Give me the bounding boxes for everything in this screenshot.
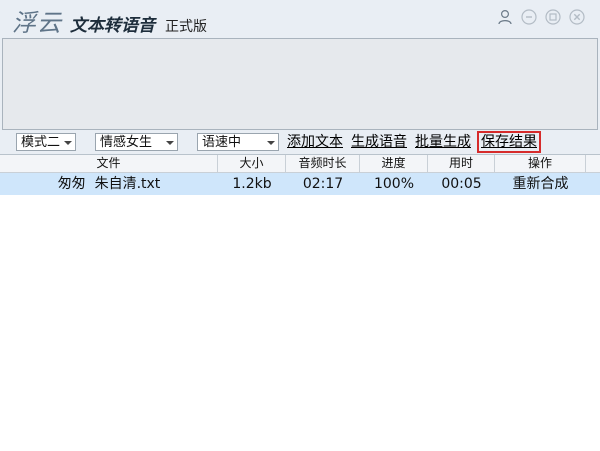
window-controls <box>496 8 586 26</box>
generate-speech-link[interactable]: 生成语音 <box>351 133 407 151</box>
cell-size: 1.2kb <box>232 176 272 192</box>
table-header: 文件 大小 音频时长 进度 用时 操作 <box>0 155 600 173</box>
chevron-down-icon <box>267 141 275 145</box>
voice-select[interactable]: 情感女生 <box>95 133 178 151</box>
maximize-icon[interactable] <box>544 8 562 26</box>
title-bar: 浮云 文本转语音 正式版 <box>0 0 600 38</box>
speed-select-value: 语速中 <box>202 135 242 150</box>
cell-duration: 02:17 <box>302 176 344 192</box>
voice-select-value: 情感女生 <box>100 135 153 150</box>
cell-elapsed: 00:05 <box>441 176 482 192</box>
header-file[interactable]: 文件 <box>0 155 218 172</box>
file-table: 文件 大小 音频时长 进度 用时 操作 匆匆 朱自清.txt 1.2kb 02:… <box>0 154 600 451</box>
cell-action-resynthesize[interactable]: 重新合成 <box>495 173 586 195</box>
toolbar: 模式二 情感女生 语速中 添加文本 生成语音 批量生成 保存结果 <box>0 130 600 154</box>
table-row[interactable]: 匆匆 朱自清.txt 1.2kb 02:17 100% 00:05 重新合成 <box>0 173 600 195</box>
header-action[interactable]: 操作 <box>495 155 586 172</box>
title-group: 浮云 文本转语音 正式版 <box>12 3 207 38</box>
add-text-link[interactable]: 添加文本 <box>287 133 343 151</box>
header-elapsed[interactable]: 用时 <box>428 155 495 172</box>
app-logo: 浮云 <box>12 9 62 37</box>
chevron-down-icon <box>166 141 174 145</box>
save-result-link[interactable]: 保存结果 <box>477 131 541 153</box>
chevron-down-icon <box>64 141 72 145</box>
app-window: 浮云 文本转语音 正式版 模式二 情感女生 语速中 添加文本 生成语音 批量生成… <box>0 0 600 451</box>
app-title: 文本转语音 <box>70 16 155 36</box>
edition-label: 正式版 <box>165 19 207 35</box>
mode-select[interactable]: 模式二 <box>16 133 76 151</box>
header-progress[interactable]: 进度 <box>360 155 428 172</box>
text-input-area[interactable] <box>2 38 598 130</box>
header-size[interactable]: 大小 <box>218 155 286 172</box>
user-icon[interactable] <box>496 8 514 26</box>
minimize-icon[interactable] <box>520 8 538 26</box>
header-duration[interactable]: 音频时长 <box>286 155 360 172</box>
header-scroll-gap <box>586 155 600 172</box>
speed-select[interactable]: 语速中 <box>197 133 279 151</box>
batch-generate-link[interactable]: 批量生成 <box>415 133 471 151</box>
close-icon[interactable] <box>568 8 586 26</box>
mode-select-value: 模式二 <box>21 135 61 150</box>
cell-file: 匆匆 朱自清.txt <box>57 176 161 192</box>
cell-progress: 100% <box>373 176 415 192</box>
